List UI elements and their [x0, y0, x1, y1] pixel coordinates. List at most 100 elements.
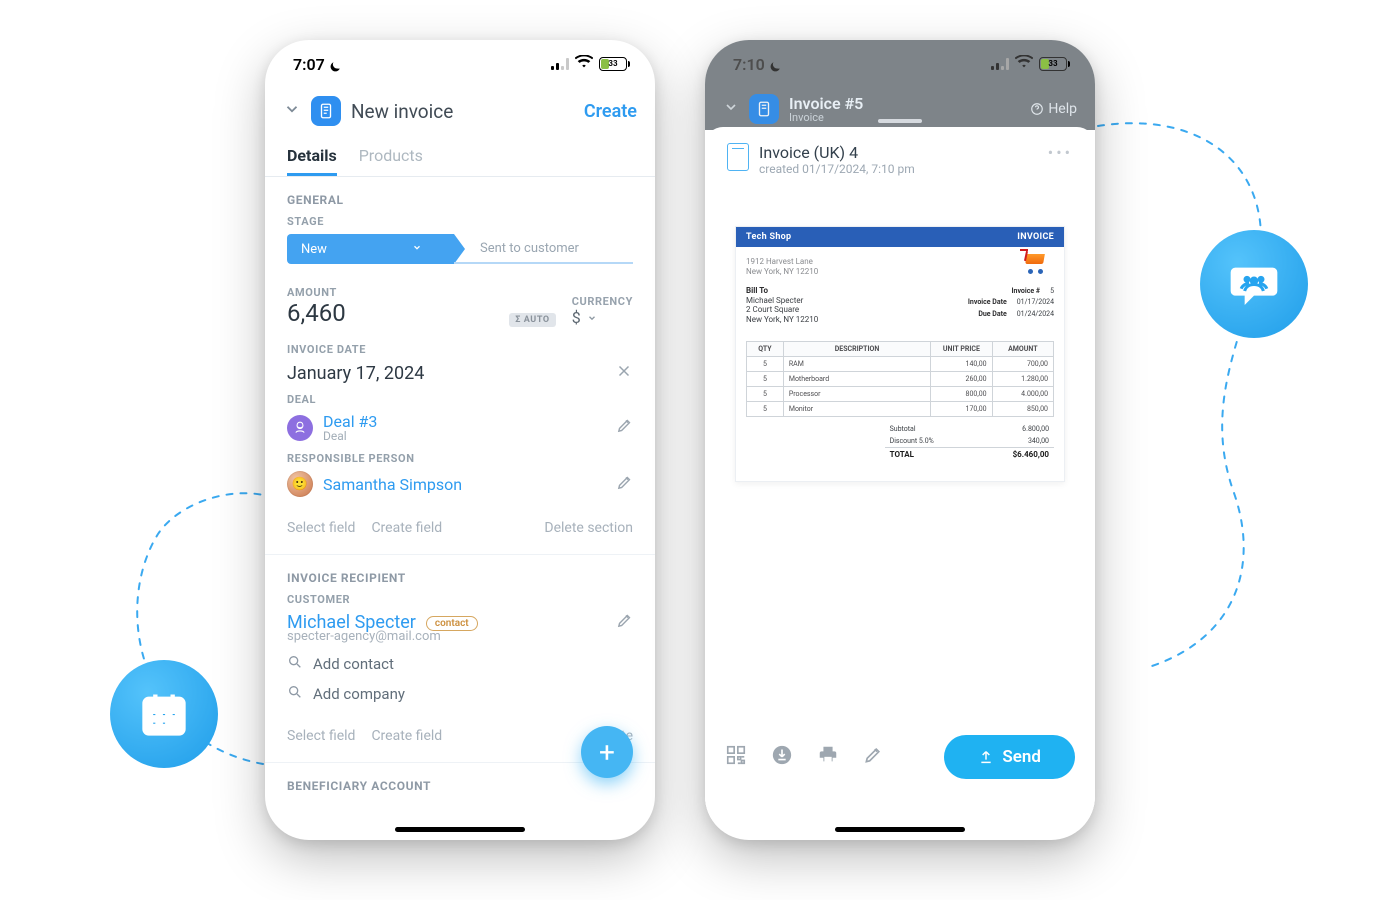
create-field-button-2[interactable]: Create field: [371, 728, 442, 744]
home-indicator: [835, 827, 965, 832]
stage-sent-label: Sent to customer: [480, 241, 579, 256]
help-label: Help: [1048, 101, 1077, 117]
cart-icon: [1020, 248, 1048, 272]
battery-icon: 33: [1039, 57, 1067, 71]
select-field-button-2[interactable]: Select field: [287, 728, 355, 744]
calendar-bubble: [110, 660, 218, 768]
create-button[interactable]: Create: [584, 101, 637, 122]
responsible-name: Samantha Simpson: [323, 475, 462, 494]
edit-responsible-button[interactable]: [616, 474, 633, 495]
col-desc: DESCRIPTION: [783, 341, 930, 356]
send-button[interactable]: Send: [944, 735, 1075, 779]
qr-button[interactable]: [725, 744, 747, 770]
invoice-date-value[interactable]: January 17, 2024: [287, 363, 424, 384]
delete-section-button[interactable]: Delete section: [544, 520, 633, 536]
avatar: 🙂: [287, 471, 313, 497]
total-label: TOTAL: [890, 450, 914, 459]
edit-button[interactable]: [863, 745, 883, 769]
status-time: 7:07: [293, 55, 325, 74]
status-time: 7:10: [733, 55, 765, 74]
wifi-icon: [1015, 55, 1033, 73]
total-value: $6.460,00: [1013, 450, 1049, 459]
add-contact-label: Add contact: [313, 655, 394, 673]
meta-invdate-label: Invoice Date: [947, 297, 1007, 308]
bill-name: Michael Specter: [746, 296, 818, 306]
currency-symbol: $: [572, 308, 581, 327]
status-bar: 7:07 33: [265, 40, 655, 88]
clear-date-button[interactable]: [615, 362, 633, 384]
discount-value: 340,00: [1028, 437, 1049, 445]
customer-label: CUSTOMER: [265, 593, 655, 606]
bill-addr-2: New York, NY 12210: [746, 315, 818, 325]
battery-icon: 33: [599, 57, 627, 71]
subtotal-label: Subtotal: [890, 425, 916, 433]
phone-new-invoice: 7:07 33 New invoice Create Details Produ…: [265, 40, 655, 840]
more-menu-button[interactable]: •••: [1048, 143, 1073, 162]
phone-invoice-preview: 7:10 33 Invoice #5 Invoice: [705, 40, 1095, 840]
edit-deal-button[interactable]: [616, 417, 633, 438]
auto-amount-chip: Σ AUTO: [509, 313, 556, 327]
table-row: 5Monitor170,00850,00: [747, 401, 1054, 416]
col-qty: QTY: [747, 341, 784, 356]
cell-signal-icon: [551, 58, 569, 70]
help-button[interactable]: Help: [1030, 101, 1077, 117]
deal-label: DEAL: [265, 393, 655, 406]
discount-label: Discount 5.0%: [890, 437, 934, 445]
add-company-label: Add company: [313, 685, 405, 703]
currency-selector[interactable]: $: [572, 308, 633, 327]
stage-new-label: New: [301, 242, 327, 257]
dnd-moon-icon: [769, 58, 781, 70]
deal-sub: Deal: [323, 429, 377, 443]
subtotal-value: 6.800,00: [1022, 425, 1049, 433]
meta-due-label: Due Date: [947, 309, 1007, 320]
stage-label: STAGE: [265, 215, 655, 228]
select-field-button[interactable]: Select field: [287, 520, 355, 536]
invoice-table: QTY DESCRIPTION UNIT PRICE AMOUNT 5RAM14…: [746, 341, 1054, 417]
download-button[interactable]: [771, 744, 793, 770]
meta-invnum: 5: [1050, 287, 1054, 295]
table-row: 5Motherboard260,001.280,00: [747, 371, 1054, 386]
document-icon: [727, 143, 749, 171]
edit-customer-button[interactable]: [616, 612, 633, 633]
invoice-app-icon: [749, 94, 779, 124]
table-row: 5RAM140,00700,00: [747, 356, 1054, 371]
add-company-button[interactable]: Add company: [265, 684, 655, 714]
stage-dropdown-icon: [412, 242, 422, 257]
invoice-brand: Tech Shop: [746, 232, 791, 242]
search-icon: [287, 654, 303, 674]
page-title: New invoice: [351, 100, 574, 123]
tab-details[interactable]: Details: [287, 138, 337, 176]
document-created: created 01/17/2024, 7:10 pm: [759, 162, 1038, 176]
invoice-date-label: INVOICE DATE: [265, 343, 655, 356]
section-recipient-title: INVOICE RECIPIENT: [265, 555, 655, 593]
section-general-title: GENERAL: [265, 177, 655, 215]
create-field-button[interactable]: Create field: [371, 520, 442, 536]
print-button[interactable]: [817, 744, 839, 770]
currency-label: CURRENCY: [572, 295, 633, 308]
collapse-button[interactable]: [723, 99, 739, 119]
table-row: 5Processor800,004.000,00: [747, 386, 1054, 401]
meta-invdate: 01/17/2024: [1017, 298, 1054, 306]
dnd-moon-icon: [329, 58, 341, 70]
invoice-doc-type: INVOICE: [1017, 232, 1054, 242]
cell-signal-icon: [991, 58, 1009, 70]
amount-value: 6,460: [287, 299, 346, 327]
invoice-app-icon: [311, 96, 341, 126]
deal-field[interactable]: Deal #3 Deal: [287, 412, 606, 443]
collapse-button[interactable]: [283, 100, 301, 122]
tab-products[interactable]: Products: [359, 138, 423, 176]
meta-invnum-label: Invoice #: [980, 286, 1040, 297]
fab-add-button[interactable]: +: [581, 726, 633, 778]
stage-new[interactable]: New: [287, 234, 454, 264]
invoice-document: Tech Shop INVOICE 1912 Harvest Lane New …: [735, 226, 1065, 482]
responsible-field[interactable]: 🙂 Samantha Simpson: [287, 471, 606, 497]
meta-due: 01/24/2024: [1017, 310, 1054, 318]
status-bar: 7:10 33: [705, 40, 1095, 88]
stage-sent[interactable]: Sent to customer: [454, 234, 633, 264]
group-chat-bubble: [1200, 230, 1308, 338]
amount-label: AMOUNT: [287, 286, 499, 299]
add-contact-button[interactable]: Add contact: [265, 644, 655, 684]
sheet-drag-handle[interactable]: [878, 119, 922, 123]
search-icon: [287, 684, 303, 704]
home-indicator: [395, 827, 525, 832]
